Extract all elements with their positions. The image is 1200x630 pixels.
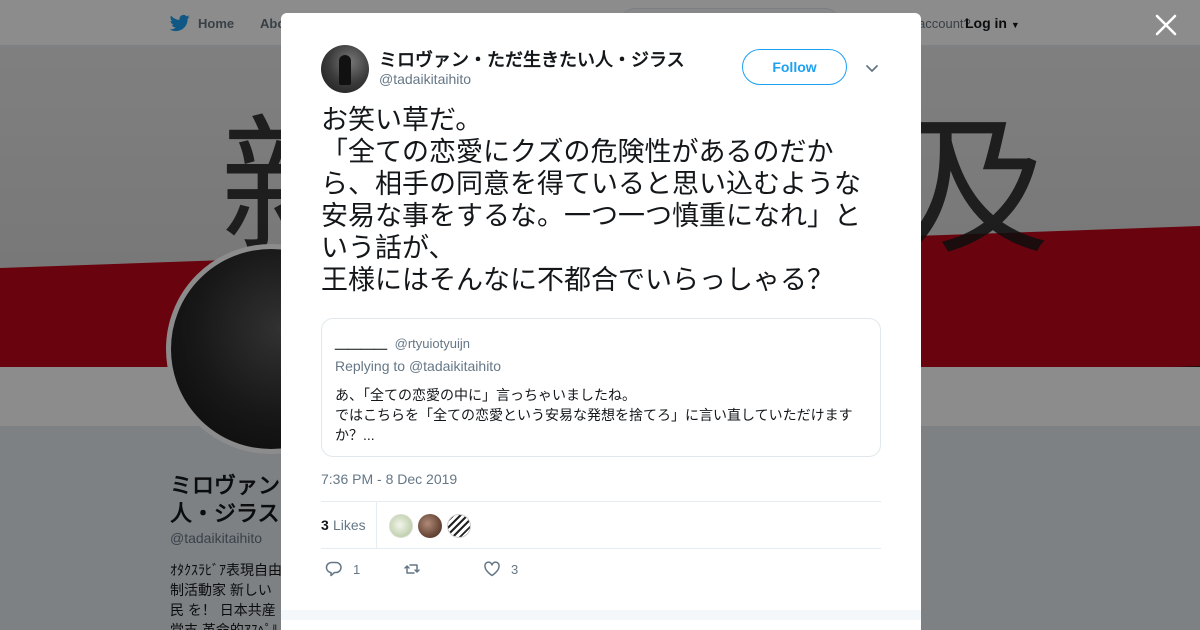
author-handle[interactable]: @tadaikitaihito	[379, 71, 471, 87]
heart-icon	[484, 561, 500, 577]
tweet-text-line: 王様にはそんなに不都合でいらっしゃる？	[321, 265, 834, 296]
replying-to-prefix: Replying to	[335, 358, 406, 374]
close-icon	[1155, 14, 1177, 36]
tweet-text-line: 「全ての恋愛にクズの危険性があるのだか	[321, 137, 834, 168]
tweet-timestamp[interactable]: 7:36 PM - 8 Dec 2019	[321, 471, 457, 487]
quoted-author-handle: @rtyuiotyuijn	[394, 336, 470, 351]
likes-count[interactable]: 3	[321, 517, 329, 533]
quoted-tweet-card[interactable]: ＿＿＿＿ @rtyuiotyuijn Replying to @tadaikit…	[321, 318, 881, 457]
tweet-text: お笑い草だ。 「全ての恋愛にクズの危険性があるのだか ら、相手の同意を得ていると…	[321, 105, 891, 297]
author-avatar[interactable]	[321, 45, 369, 93]
replying-to-mention: @tadaikitaihito	[408, 358, 501, 374]
like-button[interactable]: 3	[483, 560, 518, 578]
retweet-button[interactable]	[403, 560, 431, 578]
liker-avatar[interactable]	[389, 514, 413, 538]
like-count: 3	[511, 561, 519, 577]
reply-icon	[325, 561, 342, 577]
tweet-text-line: 安易な事をするな。一つ一つ慎重になれ」と	[321, 201, 861, 232]
likes-label[interactable]: Likes	[333, 517, 366, 533]
quoted-tweet-text: あ、「全ての恋愛の中に」言っちゃいましたね。 ではこちらを「全ての恋愛という安易…	[335, 385, 865, 445]
modal-footer-strip	[281, 610, 921, 620]
quoted-text-line: ではこちらを「全ての恋愛という安易な発想を捨てろ」に言い直していただけます	[335, 407, 853, 423]
chevron-down-icon	[866, 65, 878, 72]
tweet-text-line: お笑い草だ。	[321, 105, 483, 136]
stats-divider	[376, 502, 377, 549]
quoted-author-name: ＿＿＿＿	[335, 336, 388, 351]
tweet-actions: 1 3	[321, 557, 881, 583]
reply-button[interactable]: 1	[325, 560, 360, 578]
quoted-text-line: あ、「全ての恋愛の中に」言っちゃいましたね。	[335, 387, 636, 403]
tweet-menu-button[interactable]	[863, 59, 881, 77]
tweet-text-line: いう話が、	[321, 233, 456, 264]
follow-button[interactable]: Follow	[742, 49, 847, 85]
tweet-stats: 3 Likes	[321, 501, 881, 549]
replying-to-line: Replying to @tadaikitaihito	[335, 358, 501, 374]
reply-count: 1	[353, 561, 361, 577]
tweet-text-line: ら、相手の同意を得ていると思い込むような	[321, 169, 861, 200]
tweet-modal: ミロヴァン・ただ生きたい人・ジラス @tadaikitaihito Follow…	[281, 13, 921, 630]
quoted-tweet-header: ＿＿＿＿ @rtyuiotyuijn	[335, 333, 470, 352]
liker-avatar[interactable]	[418, 514, 442, 538]
retweet-icon	[404, 564, 420, 574]
liker-avatar[interactable]	[447, 514, 471, 538]
author-name[interactable]: ミロヴァン・ただ生きたい人・ジラス	[379, 46, 685, 72]
quoted-text-line: か？...	[335, 427, 375, 443]
close-button[interactable]	[1153, 12, 1179, 38]
